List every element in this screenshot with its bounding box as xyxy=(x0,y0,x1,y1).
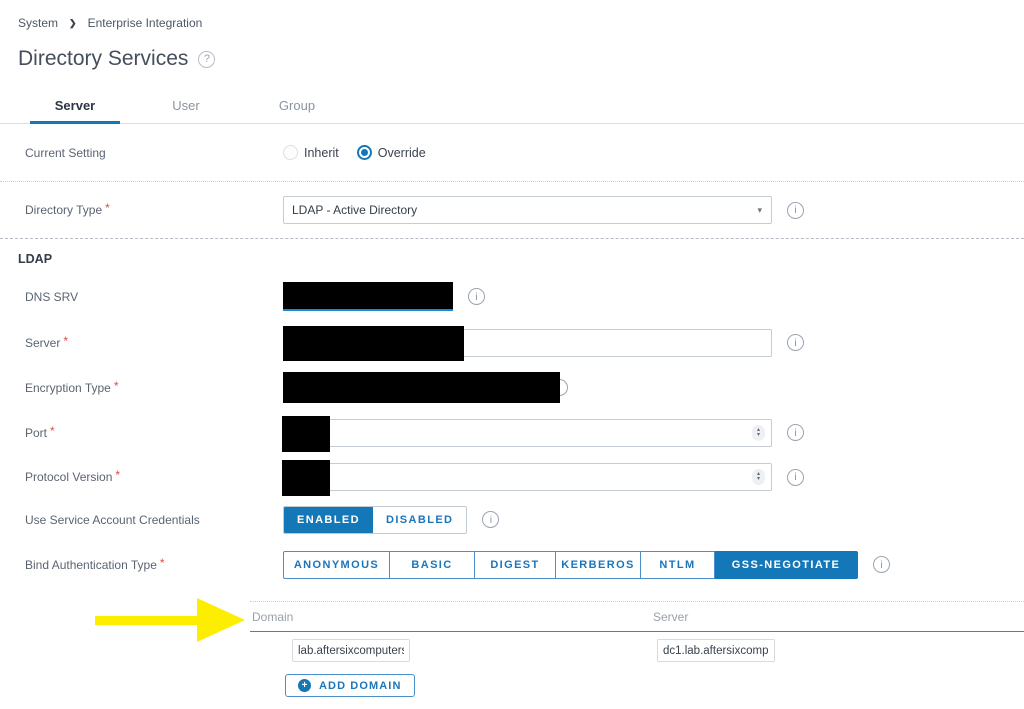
row-bind-authentication-type: Bind Authentication Type* ANONYMOUS BASI… xyxy=(0,541,1024,588)
domain-value-input[interactable] xyxy=(292,639,410,662)
bind-auth-kerberos-button[interactable]: KERBEROS xyxy=(556,551,641,579)
port-label-text: Port xyxy=(25,426,47,440)
table-row xyxy=(250,632,1024,668)
port-redaction-overlay xyxy=(282,416,330,452)
row-encryption-type: Encryption Type* i xyxy=(0,366,1024,409)
tab-server[interactable]: Server xyxy=(30,98,120,124)
add-domain-button[interactable]: + ADD DOMAIN xyxy=(285,674,415,697)
bind-auth-gss-negotiate-button[interactable]: GSS-NEGOTIATE xyxy=(715,551,858,579)
encryption-type-redaction-overlay xyxy=(283,372,560,403)
current-setting-label: Current Setting xyxy=(25,146,283,160)
radio-unselected-icon[interactable] xyxy=(283,145,298,160)
radio-inherit[interactable]: Inherit xyxy=(283,145,339,160)
info-icon[interactable]: i xyxy=(787,334,804,351)
page-title: Directory Services xyxy=(18,47,188,71)
row-protocol-version: Protocol Version* ▴ ▾ i xyxy=(0,456,1024,498)
bind-auth-digest-button[interactable]: DIGEST xyxy=(475,551,556,579)
current-setting-radio-group: Inherit Override xyxy=(283,145,426,160)
yellow-arrow-annotation xyxy=(85,595,250,645)
chevron-right-icon: ❯ xyxy=(69,18,77,29)
bind-auth-button-group: ANONYMOUS BASIC DIGEST KERBEROS NTLM GSS… xyxy=(283,551,858,579)
protocol-version-input-wrap: ▴ ▾ xyxy=(283,463,772,491)
required-marker: * xyxy=(160,556,165,570)
protocol-version-label-text: Protocol Version xyxy=(25,470,112,484)
tab-bar: Server User Group xyxy=(0,98,1024,124)
protocol-version-input[interactable] xyxy=(284,464,771,490)
number-stepper-icon[interactable]: ▴ ▾ xyxy=(752,425,765,441)
radio-override-label: Override xyxy=(378,146,426,160)
row-port: Port* ▴ ▾ i xyxy=(0,409,1024,456)
row-dns-srv: DNS SRV i xyxy=(0,274,1024,319)
radio-selected-icon[interactable] xyxy=(357,145,372,160)
encryption-type-label-text: Encryption Type xyxy=(25,381,111,395)
ldap-section-title: LDAP xyxy=(18,252,1024,272)
encryption-type-label: Encryption Type* xyxy=(25,381,283,395)
help-icon[interactable]: ? xyxy=(198,51,215,68)
row-directory-type: Directory Type* LDAP - Active Directory … xyxy=(0,182,1024,239)
port-input[interactable] xyxy=(284,420,771,446)
info-icon[interactable]: i xyxy=(787,469,804,486)
protocol-version-redaction-overlay xyxy=(282,460,330,496)
port-input-wrap: ▴ ▾ xyxy=(283,419,772,447)
breadcrumb-enterprise-integration[interactable]: Enterprise Integration xyxy=(88,16,203,30)
domain-table-header: Domain Server xyxy=(250,602,1024,632)
required-marker: * xyxy=(105,201,110,215)
plus-icon: + xyxy=(298,679,311,692)
protocol-version-label: Protocol Version* xyxy=(25,470,283,484)
server-label: Server* xyxy=(25,336,283,350)
use-service-account-credentials-label: Use Service Account Credentials xyxy=(25,513,283,527)
row-use-service-account-credentials: Use Service Account Credentials ENABLED … xyxy=(0,498,1024,541)
info-icon[interactable]: i xyxy=(468,288,485,305)
tab-group[interactable]: Group xyxy=(252,98,342,123)
add-domain-button-label: ADD DOMAIN xyxy=(319,680,402,692)
bind-auth-ntlm-button[interactable]: NTLM xyxy=(641,551,715,579)
directory-services-page: System ❯ Enterprise Integration Director… xyxy=(0,0,1024,709)
dns-srv-redaction-overlay xyxy=(283,282,453,311)
domain-server-table: Domain Server + ADD DOMAIN xyxy=(250,601,1024,697)
row-current-setting: Current Setting Inherit Override xyxy=(0,124,1024,182)
tab-user[interactable]: User xyxy=(141,98,231,123)
bind-authentication-type-label: Bind Authentication Type* xyxy=(25,558,283,572)
breadcrumb-system-link[interactable]: System xyxy=(18,16,58,30)
toggle-enabled-button[interactable]: ENABLED xyxy=(284,507,373,533)
bind-authentication-type-label-text: Bind Authentication Type xyxy=(25,558,157,572)
bind-auth-anonymous-button[interactable]: ANONYMOUS xyxy=(283,551,390,579)
breadcrumb: System ❯ Enterprise Integration xyxy=(0,0,1024,30)
radio-inherit-label: Inherit xyxy=(304,146,339,160)
required-marker: * xyxy=(114,379,119,393)
required-marker: * xyxy=(115,468,120,482)
server-column-header: Server xyxy=(653,610,1024,624)
stepper-down-icon[interactable]: ▾ xyxy=(757,477,760,482)
page-title-row: Directory Services ? xyxy=(18,47,1024,71)
bind-auth-basic-button[interactable]: BASIC xyxy=(390,551,475,579)
stepper-down-icon[interactable]: ▾ xyxy=(757,433,760,438)
info-icon[interactable]: i xyxy=(873,556,890,573)
server-redaction-overlay xyxy=(283,326,464,361)
domain-server-value-input[interactable] xyxy=(657,639,775,662)
info-icon[interactable]: i xyxy=(787,202,804,219)
directory-type-label-text: Directory Type xyxy=(25,203,102,217)
required-marker: * xyxy=(63,334,68,348)
service-account-toggle-group: ENABLED DISABLED xyxy=(283,506,467,534)
info-icon[interactable]: i xyxy=(787,424,804,441)
server-label-text: Server xyxy=(25,336,60,350)
directory-type-label: Directory Type* xyxy=(25,203,283,217)
toggle-disabled-button[interactable]: DISABLED xyxy=(373,507,466,533)
dns-srv-label: DNS SRV xyxy=(25,290,283,304)
radio-override[interactable]: Override xyxy=(357,145,426,160)
domain-column-header: Domain xyxy=(250,610,653,624)
directory-type-value: LDAP - Active Directory xyxy=(292,203,417,217)
info-icon[interactable]: i xyxy=(482,511,499,528)
number-stepper-icon[interactable]: ▴ ▾ xyxy=(752,469,765,485)
server-input-wrap xyxy=(283,329,772,357)
port-label: Port* xyxy=(25,426,283,440)
row-server: Server* i xyxy=(0,319,1024,366)
required-marker: * xyxy=(50,424,55,438)
directory-type-select[interactable]: LDAP - Active Directory ▾ xyxy=(283,196,772,224)
chevron-down-icon: ▾ xyxy=(757,205,762,216)
